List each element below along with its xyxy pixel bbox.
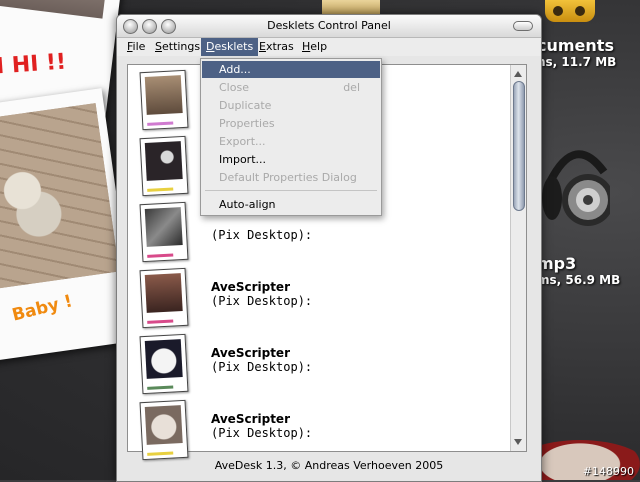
menu-extras[interactable]: Extras bbox=[254, 38, 299, 56]
menu-item-import[interactable]: Import... bbox=[202, 151, 380, 168]
desklet-thumbnail bbox=[139, 333, 189, 395]
hi-caption: I HI !! bbox=[0, 49, 67, 80]
menu-settings[interactable]: Settings bbox=[150, 38, 205, 56]
desklet-thumbnail bbox=[139, 399, 189, 461]
menu-item-duplicate[interactable]: Duplicate bbox=[202, 97, 380, 114]
dog-photo-image bbox=[0, 103, 120, 290]
menu-item-export[interactable]: Export... bbox=[202, 133, 380, 150]
list-item[interactable]: AveScripter (Pix Desktop): bbox=[138, 332, 498, 396]
scroll-down-arrow-icon[interactable] bbox=[514, 439, 522, 445]
documents-desklet-name: cuments bbox=[537, 36, 614, 55]
menu-separator bbox=[205, 190, 377, 191]
mp3-desklet-info: ms, 56.9 MB bbox=[537, 273, 621, 287]
menu-help[interactable]: Help bbox=[297, 38, 332, 56]
toy-car-icon[interactable] bbox=[545, 0, 595, 22]
photo-image bbox=[0, 0, 109, 19]
mp3-desklet[interactable]: mp3 ms, 56.9 MB bbox=[537, 254, 620, 287]
desklet-thumbnail bbox=[139, 201, 189, 263]
desklet-thumbnail bbox=[139, 69, 189, 131]
desklet-type: (Pix Desktop): bbox=[211, 294, 313, 308]
desklet-name: AveScripter bbox=[211, 280, 290, 294]
title-bar[interactable]: Desklets Control Panel bbox=[117, 15, 541, 38]
desklet-name: AveScripter bbox=[211, 346, 290, 360]
documents-desklet[interactable]: cuments ns, 11.7 MB bbox=[537, 36, 616, 69]
toolbar-toggle-button[interactable] bbox=[513, 21, 533, 31]
menu-item-default-properties[interactable]: Default Properties Dialog bbox=[202, 169, 380, 186]
list-item[interactable]: AveScripter (Pix Desktop): bbox=[138, 398, 498, 462]
scrollbar-thumb[interactable] bbox=[513, 81, 525, 211]
desklet-thumbnail bbox=[139, 267, 189, 329]
vertical-scrollbar[interactable] bbox=[510, 65, 526, 451]
menu-file[interactable]: File bbox=[122, 38, 150, 56]
menu-desklets[interactable]: Desklets bbox=[201, 38, 259, 56]
desklets-dropdown-menu: Add... Close del Duplicate Properties Ex… bbox=[200, 58, 382, 216]
status-bar: AveDesk 1.3, © Andreas Verhoeven 2005 bbox=[214, 459, 444, 472]
watermark: #148990 bbox=[582, 465, 634, 478]
scroll-up-arrow-icon[interactable] bbox=[514, 71, 522, 77]
desklet-type: (Pix Desktop): bbox=[211, 426, 313, 440]
mp3-desklet-name: mp3 bbox=[537, 254, 577, 273]
close-shortcut: del bbox=[343, 81, 360, 94]
menu-item-add[interactable]: Add... bbox=[202, 61, 380, 78]
documents-desklet-info: ns, 11.7 MB bbox=[537, 55, 617, 69]
desklet-type: (Pix Desktop): bbox=[211, 228, 313, 242]
list-item[interactable]: AveScripter (Pix Desktop): bbox=[138, 266, 498, 330]
baby-caption: Baby ! bbox=[10, 291, 75, 326]
desklet-type: (Pix Desktop): bbox=[211, 360, 313, 374]
menu-bar: File Settings Desklets Extras Help bbox=[117, 38, 541, 56]
menu-item-close[interactable]: Close del bbox=[202, 79, 380, 96]
folder-icon[interactable] bbox=[322, 0, 380, 14]
desklet-thumbnail bbox=[139, 135, 189, 197]
desklet-name: AveScripter bbox=[211, 412, 290, 426]
headphones-icon[interactable] bbox=[540, 132, 610, 232]
menu-item-auto-align[interactable]: Auto-align bbox=[202, 196, 380, 213]
menu-item-properties[interactable]: Properties bbox=[202, 115, 380, 132]
window-title: Desklets Control Panel bbox=[267, 19, 391, 32]
